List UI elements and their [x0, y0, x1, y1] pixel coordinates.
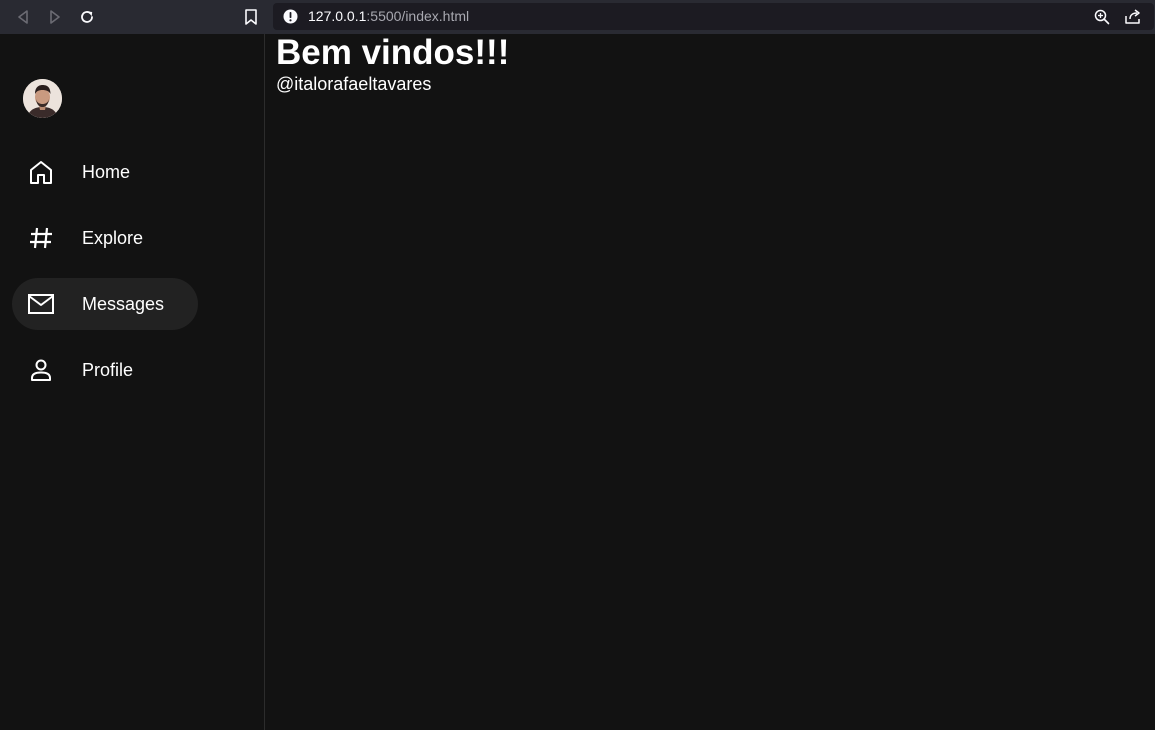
hashtag-icon [26, 224, 56, 252]
url-text[interactable]: 127.0.0.1:5500/index.html [308, 8, 469, 25]
sidebar: Home Explore Messages Profile [0, 34, 265, 730]
address-bar[interactable]: 127.0.0.1:5500/index.html [273, 3, 1154, 30]
avatar[interactable] [23, 79, 62, 118]
browser-toolbar: 127.0.0.1:5500/index.html [0, 0, 1155, 34]
home-icon [26, 158, 56, 186]
forward-arrow-icon[interactable] [45, 7, 65, 27]
sidebar-item-home[interactable]: Home [12, 146, 198, 198]
user-handle: @italorafaeltavares [276, 74, 432, 94]
sidebar-item-messages[interactable]: Messages [12, 278, 198, 330]
sidebar-item-label: Profile [82, 360, 134, 380]
share-icon[interactable] [1124, 8, 1142, 26]
url-host: 127.0.0.1 [308, 8, 367, 24]
bookmark-icon[interactable] [242, 7, 260, 27]
sidebar-item-profile[interactable]: Profile [12, 344, 198, 396]
url-path: :5500/index.html [366, 8, 470, 24]
page-title: Bem vindos!!! [276, 33, 510, 72]
main-content: Bem vindos!!! @italorafaeltavares [276, 33, 510, 94]
mail-icon [26, 290, 56, 318]
warning-icon[interactable] [283, 9, 298, 24]
reload-icon[interactable] [77, 7, 97, 27]
zoom-icon[interactable] [1093, 8, 1111, 26]
sidebar-item-label: Explore [82, 228, 144, 248]
sidebar-item-label: Messages [82, 294, 165, 314]
sidebar-item-explore[interactable]: Explore [12, 212, 198, 264]
sidebar-item-label: Home [82, 162, 131, 182]
user-icon [26, 356, 56, 384]
page: Home Explore Messages Profile Bem vindos… [0, 33, 1155, 730]
back-arrow-icon[interactable] [13, 7, 33, 27]
